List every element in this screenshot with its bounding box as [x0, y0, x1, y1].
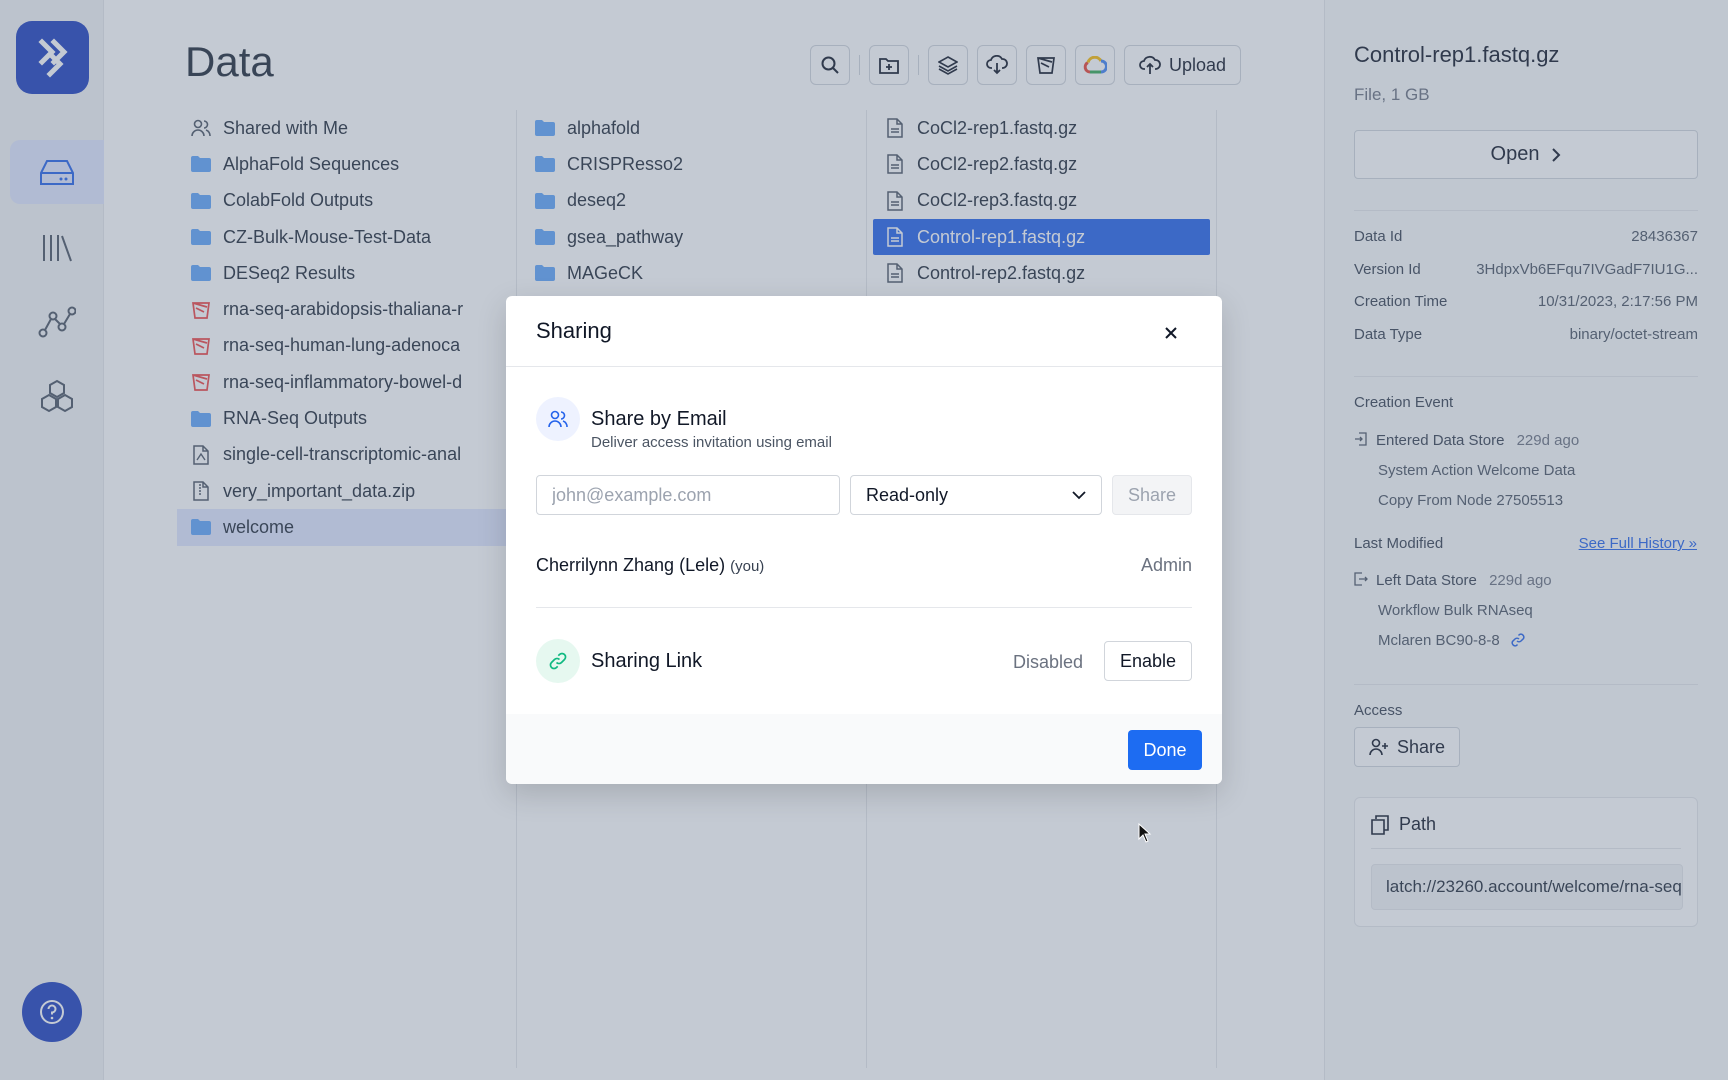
- email-input[interactable]: [536, 475, 840, 515]
- close-button[interactable]: [1156, 318, 1186, 348]
- close-icon: [1165, 327, 1177, 339]
- dialog-footer: [506, 714, 1222, 784]
- permission-select[interactable]: Read-only: [850, 475, 1102, 515]
- mouse-cursor-icon: [1138, 823, 1152, 843]
- member-name: Cherrilynn Zhang (Lele): [536, 555, 726, 575]
- done-button[interactable]: Done: [1128, 730, 1202, 770]
- divider: [536, 607, 1192, 608]
- enable-link-button[interactable]: Enable: [1104, 641, 1192, 681]
- divider: [506, 366, 1222, 367]
- link-icon: [549, 652, 567, 670]
- member-row: Cherrilynn Zhang (Lele) (you): [536, 555, 764, 576]
- permission-value: Read-only: [866, 484, 949, 505]
- share-by-email-subtitle: Deliver access invitation using email: [591, 434, 832, 451]
- dialog-title: Sharing: [536, 318, 612, 343]
- member-you-tag: (you): [730, 558, 765, 575]
- sharing-link-icon-wrap: [536, 639, 580, 683]
- share-by-email-heading: Share by Email: [591, 408, 727, 430]
- member-role: Admin: [1140, 555, 1192, 575]
- share-invite-button[interactable]: Share: [1112, 475, 1192, 515]
- chevron-down-icon: [1072, 490, 1086, 499]
- sharing-link-status: Disabled: [1013, 652, 1084, 672]
- sharing-dialog: Sharing Share by Email Deliver access in…: [506, 296, 1222, 784]
- sharing-link-heading: Sharing Link: [591, 650, 703, 672]
- users-icon: [548, 410, 568, 428]
- share-email-icon-wrap: [536, 397, 580, 441]
